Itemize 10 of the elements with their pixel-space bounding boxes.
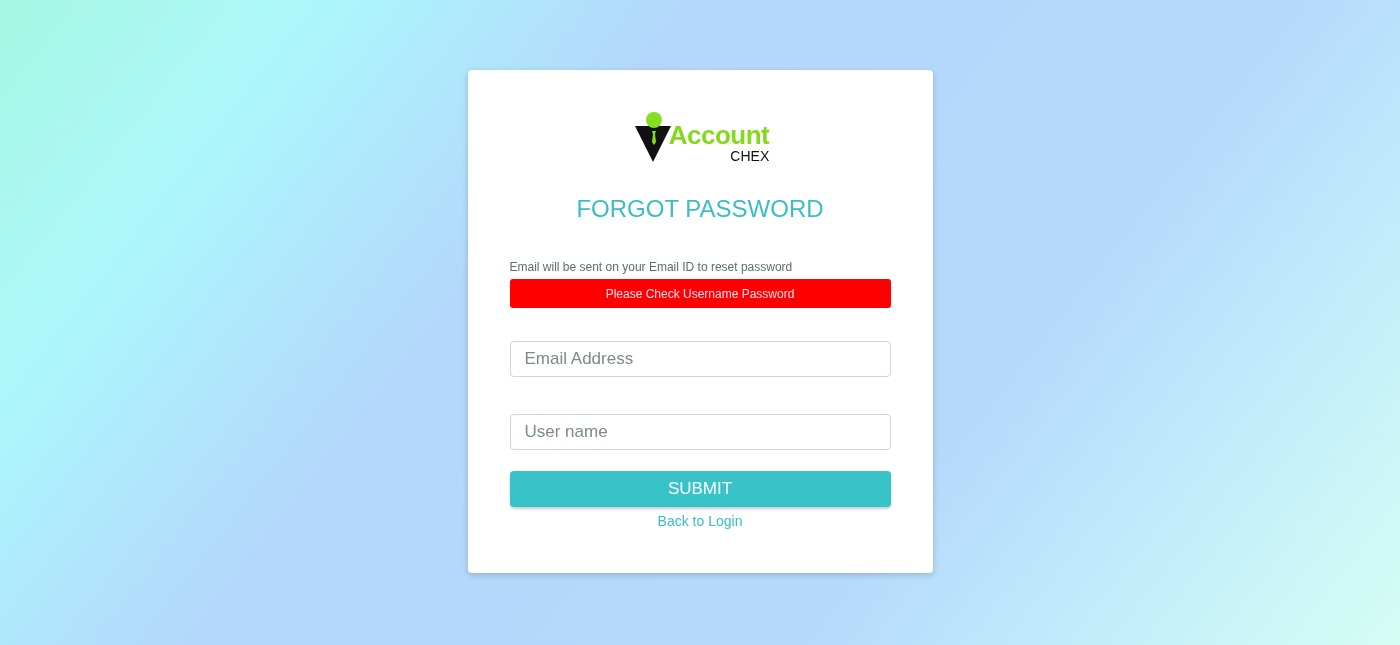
page-title: FORGOT PASSWORD: [576, 195, 824, 223]
logo-subtitle: CHEX: [730, 149, 770, 163]
submit-button[interactable]: SUBMIT: [509, 471, 891, 507]
logo-wordmark: Account: [668, 122, 770, 148]
text-input-field[interactable]: User name: [509, 414, 891, 450]
text-input-field[interactable]: Email Address: [509, 341, 891, 377]
error-alert: Please Check Username Password: [509, 279, 891, 308]
hint-text: Email will be sent on your Email ID to reset password: [509, 260, 793, 274]
back-to-login-link[interactable]: Back to Login: [657, 513, 743, 529]
logo-icon: [634, 112, 671, 162]
